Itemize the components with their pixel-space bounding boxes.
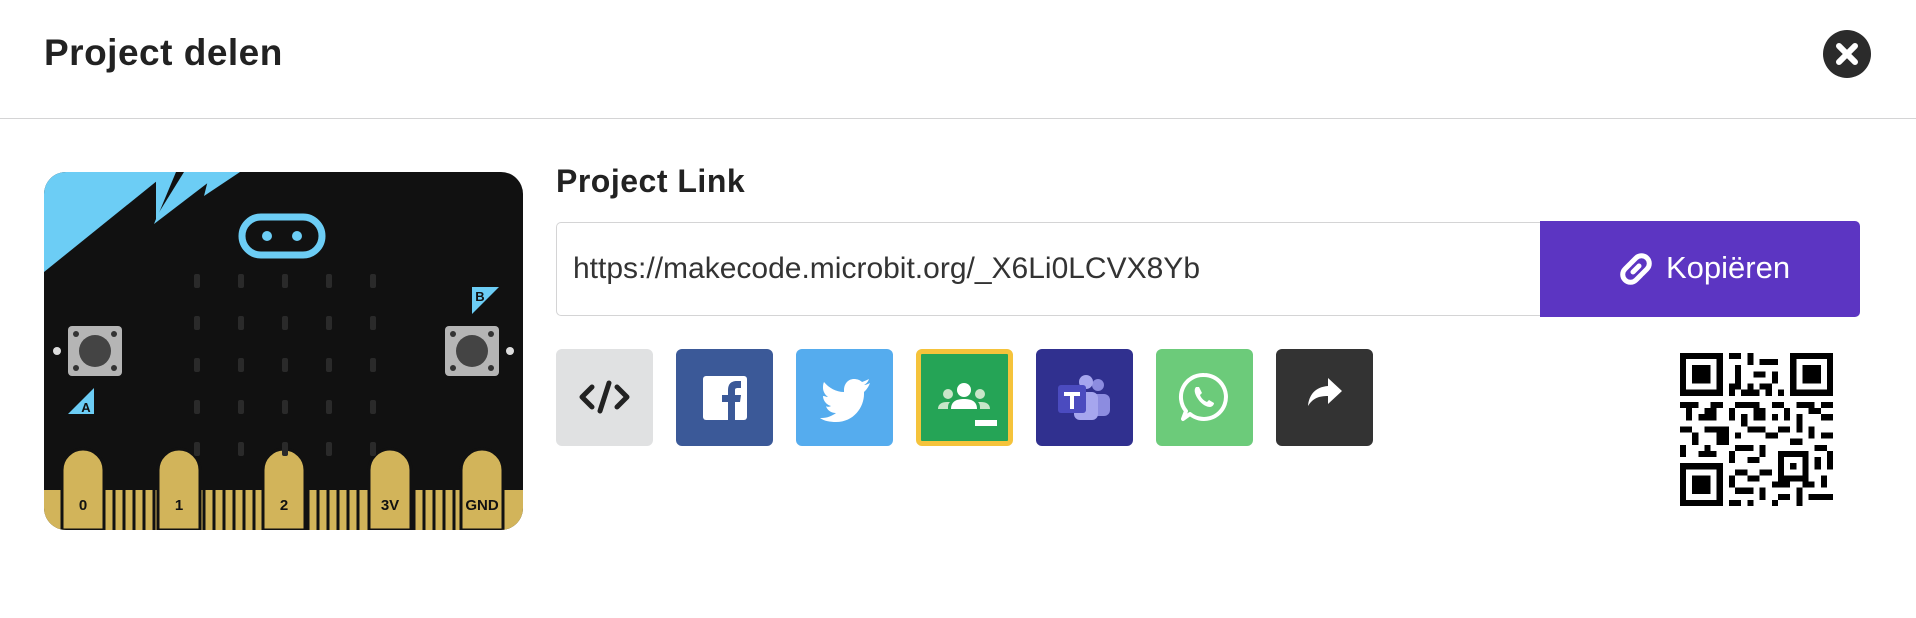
code-icon	[579, 380, 630, 414]
copy-button-label: Kopiëren	[1666, 250, 1791, 285]
close-icon	[1836, 43, 1858, 65]
pin-label: 3V	[381, 497, 399, 514]
pin-label: GND	[465, 497, 499, 514]
twitter-button[interactable]	[796, 349, 893, 446]
share-button[interactable]	[1276, 349, 1373, 446]
qr-code-icon	[1680, 353, 1833, 506]
embed-button[interactable]	[556, 349, 653, 446]
google-classroom-icon	[938, 383, 997, 426]
facebook-button[interactable]	[676, 349, 773, 446]
link-icon	[1620, 253, 1652, 285]
share-arrow-icon	[1308, 378, 1342, 406]
project-link-input[interactable]	[556, 222, 1540, 316]
dialog-title: Project delen	[44, 32, 283, 73]
microbit-board-image: 0 1 2 3V GND A B	[44, 172, 523, 530]
twitter-icon	[820, 379, 870, 422]
dialog-header: Project delen	[0, 0, 1916, 119]
button-b-label: B	[475, 289, 484, 304]
teams-icon	[1058, 375, 1110, 420]
project-link-label: Project Link	[556, 163, 746, 199]
microsoft-teams-button[interactable]	[1036, 349, 1133, 446]
share-dialog: Project delen 0 1 2 3V GND A B Project L…	[0, 0, 1916, 618]
whatsapp-icon	[1178, 372, 1228, 421]
pin-label: 0	[79, 497, 87, 514]
whatsapp-button[interactable]	[1156, 349, 1253, 446]
facebook-icon	[703, 376, 747, 420]
pin-label: 2	[280, 497, 288, 514]
copy-button[interactable]: Kopiëren	[1540, 221, 1860, 317]
button-a-label: A	[81, 400, 91, 415]
google-classroom-button[interactable]	[916, 349, 1013, 446]
pin-label: 1	[175, 497, 183, 514]
close-button[interactable]	[1823, 30, 1871, 78]
